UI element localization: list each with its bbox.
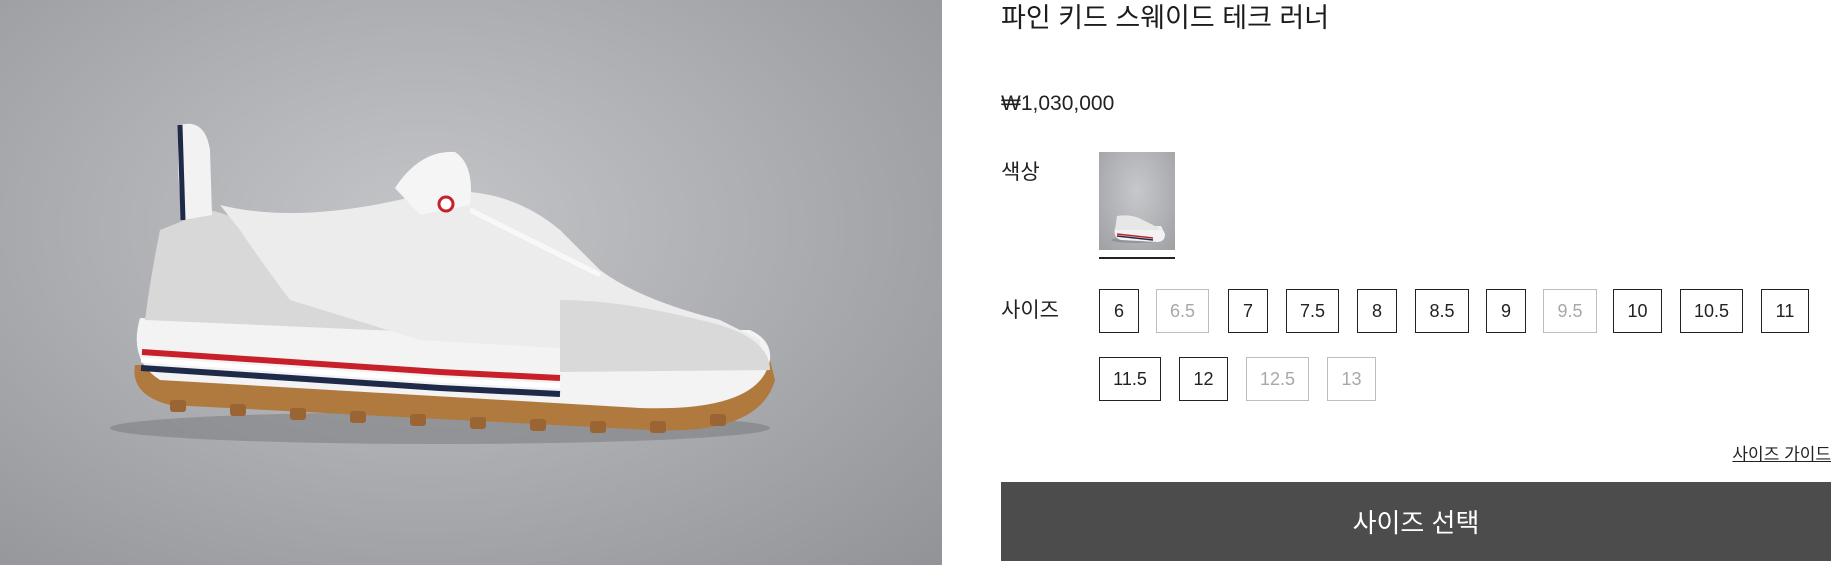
color-label: 색상	[1001, 161, 1040, 184]
size-option-6[interactable]: 6	[1099, 289, 1139, 333]
product-details: 파인 키드 스웨이드 테크 러너 ₩1,030,000 색상 사이즈 6 6.5…	[1001, 0, 1831, 565]
size-option-7[interactable]: 7	[1228, 289, 1268, 333]
size-label: 사이즈	[1001, 299, 1059, 322]
product-title: 파인 키드 스웨이드 테크 러너	[1001, 3, 1330, 33]
swatch-thumbnail	[1099, 152, 1175, 250]
size-option-12-5[interactable]: 12.5	[1246, 357, 1309, 401]
product-price: ₩1,030,000	[1001, 92, 1115, 115]
size-option-8-5[interactable]: 8.5	[1415, 289, 1469, 333]
swatch-selected-indicator	[1099, 257, 1175, 259]
select-size-button[interactable]: 사이즈 선택	[1001, 482, 1831, 561]
size-option-6-5[interactable]: 6.5	[1156, 289, 1209, 333]
product-photo	[0, 0, 942, 565]
size-option-9[interactable]: 9	[1486, 289, 1526, 333]
size-grid: 6 6.5 7 7.5 8 8.5 9 9.5 10 10.5 11 11.5 …	[1099, 289, 1829, 409]
color-swatch-selected[interactable]	[1099, 152, 1175, 259]
size-option-11-5[interactable]: 11.5	[1099, 357, 1161, 401]
size-option-7-5[interactable]: 7.5	[1286, 289, 1339, 333]
size-option-10[interactable]: 10	[1613, 289, 1662, 333]
size-option-11[interactable]: 11	[1761, 289, 1809, 333]
size-guide-link[interactable]: 사이즈 가이드	[1732, 440, 1831, 465]
size-option-10-5[interactable]: 10.5	[1680, 289, 1743, 333]
shoe-illustration	[110, 123, 775, 444]
size-option-8[interactable]: 8	[1357, 289, 1397, 333]
swatch-shoe-icon	[1111, 215, 1165, 243]
size-option-12[interactable]: 12	[1179, 357, 1228, 401]
size-option-13[interactable]: 13	[1327, 357, 1376, 401]
size-option-9-5[interactable]: 9.5	[1543, 289, 1597, 333]
